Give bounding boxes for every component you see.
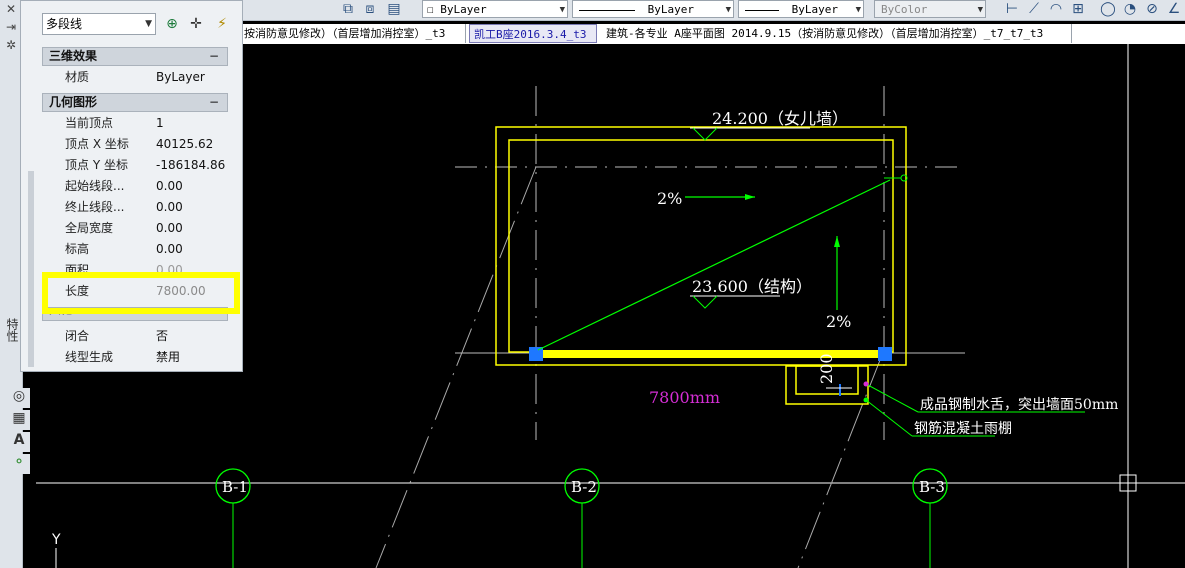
length-annotation: 7800mm [649, 388, 720, 407]
toggle-pickadd-icon[interactable]: ⊕ [163, 15, 181, 33]
linetype-value: ByLayer [647, 3, 694, 16]
angular-dim-icon[interactable]: ∠ [1166, 1, 1182, 17]
prop-value: 0.00 [156, 200, 183, 214]
prop-name: 顶点 Y 坐标 [65, 158, 128, 172]
attribute-icon[interactable]: ⚬ [8, 454, 30, 474]
layer-value: ByLayer [440, 3, 487, 16]
quick-select-icon[interactable]: ⚡ [213, 15, 231, 33]
prop-name: 当前顶点 [65, 116, 114, 130]
prop-start-width[interactable]: 起始线段... 0.00 [42, 176, 228, 197]
dim-text: 200 [817, 353, 836, 384]
prop-end-width[interactable]: 终止线段... 0.00 [42, 197, 228, 218]
highlight-box [42, 272, 240, 314]
object-type-select[interactable]: 多段线 ▼ [42, 13, 156, 35]
properties-palette: 多段线 ▼ ⊕ ✛ ⚡ 三维效果 − 材质 ByLayer 几何图形 − 当前顶… [20, 0, 243, 372]
axis-label-b2: B-2 [571, 478, 597, 496]
prop-global-width[interactable]: 全局宽度 0.00 [42, 218, 228, 239]
section-title: 几何图形 [49, 95, 98, 109]
settings-icon[interactable]: ✲ [3, 38, 19, 52]
leader-dot [863, 397, 869, 403]
prop-value: 0.00 [156, 221, 183, 235]
diameter-dim-icon[interactable]: ⊘ [1144, 1, 1160, 17]
prop-vertex-x[interactable]: 顶点 X 坐标 40125.62 [42, 134, 228, 155]
camera-icon[interactable]: ◎ [8, 388, 30, 408]
chevron-down-icon: ▼ [145, 19, 152, 29]
tab-document-1[interactable]: 按消防意见修改）（首层增加消控室）_t3 [240, 24, 466, 43]
tab-document-2[interactable]: 凯工B座2016.3.4_t3 [469, 24, 597, 43]
radius-dim-icon[interactable]: ◯ [1100, 1, 1116, 17]
prop-vertex-y[interactable]: 顶点 Y 坐标 -186184.86 [42, 155, 228, 176]
chevron-down-icon: ▼ [559, 5, 565, 15]
chevron-down-icon: ▼ [977, 5, 983, 15]
document-tabs: 按消防意见修改）（首层增加消控室）_t3 凯工B座2016.3.4_t3 建筑-… [240, 24, 1185, 44]
table-icon[interactable]: ▦ [8, 410, 30, 430]
palette-vertical-title: 特性 [5, 318, 19, 342]
section-3d-effects[interactable]: 三维效果 − [42, 47, 228, 66]
tab-document-3[interactable]: 建筑-各专业 A座平面图 2014.9.15（按消防意见修改）（首层增加消控室）… [602, 24, 1072, 43]
elevation-label-top: 24.200（女儿墙） [712, 109, 848, 128]
prop-material[interactable]: 材质 ByLayer [42, 67, 228, 88]
prop-value: ByLayer [156, 70, 205, 84]
line-sample [745, 9, 779, 11]
text-icon[interactable]: A [8, 432, 30, 452]
prop-current-vertex[interactable]: 当前顶点 1 [42, 113, 228, 134]
leader-dot [863, 381, 869, 387]
prop-linetype-generation[interactable]: 线型生成 禁用 [42, 347, 228, 368]
axis-label-b1: B-1 [222, 478, 248, 496]
lineweight-dropdown[interactable]: ByLayer ▼ [738, 0, 864, 18]
prop-name: 闭合 [65, 329, 90, 343]
arc-dim-icon[interactable]: ◠ [1048, 1, 1064, 17]
prop-closed[interactable]: 闭合 否 [42, 326, 228, 347]
prop-value: 禁用 [156, 350, 181, 364]
palette-scrollbar[interactable] [28, 171, 34, 367]
prop-name: 终止线段... [65, 200, 125, 214]
slope-label-top: 2% [657, 189, 682, 208]
prop-name: 材质 [65, 70, 90, 84]
aligned-dim-icon[interactable]: ⟋ [1026, 1, 1042, 17]
axis-label-b3: B-3 [919, 478, 945, 496]
prop-elevation[interactable]: 标高 0.00 [42, 239, 228, 260]
prop-name: 起始线段... [65, 179, 125, 193]
color-square-icon: ☐ [427, 3, 434, 16]
prop-name: 顶点 X 坐标 [65, 137, 129, 151]
prop-value: 0.00 [156, 179, 183, 193]
jogged-dim-icon[interactable]: ◔ [1122, 1, 1138, 17]
collapse-icon[interactable]: − [209, 94, 219, 111]
layer-previous-icon[interactable]: ▤ [386, 1, 402, 17]
elevation-label-mid: 23.600（结构） [692, 277, 812, 296]
layer-match-icon[interactable]: ⧈ [362, 1, 378, 17]
grip-end[interactable] [878, 347, 892, 361]
section-geometry[interactable]: 几何图形 − [42, 93, 228, 112]
prop-value: 40125.62 [156, 137, 214, 151]
close-icon[interactable]: ✕ [3, 2, 19, 16]
prop-value: 0.00 [156, 242, 183, 256]
plotstyle-value: ByColor [881, 3, 928, 16]
prop-value: 否 [156, 329, 169, 343]
object-type-value: 多段线 [46, 17, 83, 31]
prop-value: 1 [156, 116, 164, 130]
lineweight-value: ByLayer [791, 3, 838, 16]
prop-name: 全局宽度 [65, 221, 114, 235]
section-title: 三维效果 [49, 49, 98, 63]
note-canopy: 钢筋混凝土雨棚 [914, 420, 1012, 437]
prop-name: 标高 [65, 242, 90, 256]
slope-label-right: 2% [826, 312, 851, 331]
prop-value: -186184.86 [156, 158, 226, 172]
chevron-down-icon: ▼ [855, 5, 861, 15]
collapse-icon[interactable]: − [209, 48, 219, 65]
linetype-dropdown[interactable]: ByLayer ▼ [572, 0, 734, 18]
plotstyle-dropdown[interactable]: ByColor ▼ [874, 0, 986, 18]
select-objects-icon[interactable]: ✛ [187, 15, 205, 33]
layer-dropdown[interactable]: ☐ ByLayer ▼ [422, 0, 568, 18]
ucs-y-label: Y [51, 532, 61, 548]
ordinate-dim-icon[interactable]: ⊞ [1070, 1, 1086, 17]
layer-state-icon[interactable]: ⧉ [340, 1, 356, 17]
autohide-icon[interactable]: ⇥ [3, 20, 19, 34]
linear-dim-icon[interactable]: ⊢ [1004, 1, 1020, 17]
note-spout: 成品钢制水舌，突出墙面50mm [920, 397, 1118, 413]
line-sample [579, 9, 635, 11]
prop-name: 线型生成 [65, 350, 114, 364]
chevron-down-icon: ▼ [725, 5, 731, 15]
